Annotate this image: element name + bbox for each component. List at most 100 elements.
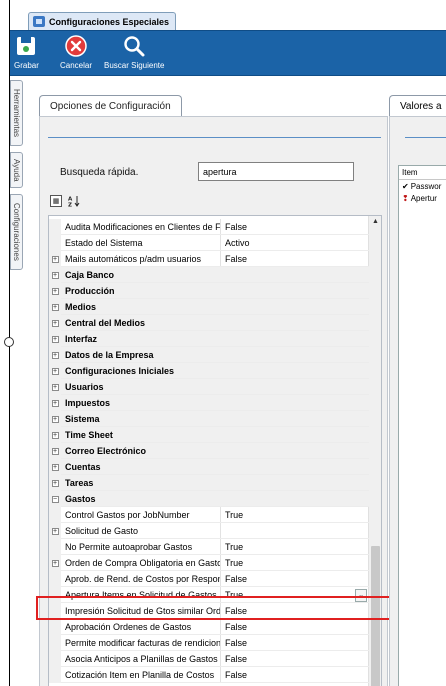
- expand-icon[interactable]: +: [51, 383, 59, 391]
- property-row[interactable]: + Mails automáticos p/adm usuarios False: [49, 251, 369, 267]
- property-row[interactable]: Permite modificar facturas de rendicion F…: [49, 635, 369, 651]
- scroll-up-icon[interactable]: ▲: [369, 218, 381, 228]
- property-row[interactable]: Apertura Items en Solicitud de Gastos Tru…: [49, 587, 369, 603]
- tab-configuraciones-especiales[interactable]: Configuraciones Especiales: [28, 12, 177, 30]
- property-row[interactable]: No Permite autoaprobar Gastos True: [49, 539, 369, 555]
- property-row[interactable]: Control Gastos por JobNumber True: [49, 507, 369, 523]
- property-row[interactable]: + Solicitud de Gasto: [49, 523, 369, 539]
- property-value[interactable]: False: [221, 219, 369, 235]
- category-row[interactable]: + Sistema: [49, 411, 369, 427]
- property-value[interactable]: True: [221, 587, 355, 603]
- accent-separator: [405, 137, 446, 138]
- expand-icon[interactable]: +: [51, 367, 59, 375]
- save-button[interactable]: Grabar: [14, 34, 39, 70]
- scroll-thumb[interactable]: [371, 546, 380, 686]
- expand-icon[interactable]: +: [51, 303, 59, 311]
- category-name: Datos de la Empresa: [65, 350, 154, 360]
- property-value[interactable]: False: [221, 667, 369, 683]
- property-value[interactable]: True: [221, 555, 369, 571]
- property-row[interactable]: + Orden de Compra Obligatoria en Gastos Tr…: [49, 555, 369, 571]
- expand-icon[interactable]: +: [51, 335, 59, 343]
- category-row[interactable]: + Cuentas: [49, 459, 369, 475]
- property-value[interactable]: False: [221, 603, 369, 619]
- expand-icon[interactable]: +: [51, 399, 59, 407]
- property-value[interactable]: False: [221, 619, 369, 635]
- property-row[interactable]: Aprobación Ordenes de Gastos False: [49, 619, 369, 635]
- side-tab-configuraciones[interactable]: Configuraciones: [10, 194, 23, 270]
- property-value[interactable]: False: [221, 571, 369, 587]
- cancel-button[interactable]: Cancelar: [60, 34, 92, 70]
- property-value[interactable]: False: [221, 635, 369, 651]
- category-row[interactable]: + Caja Banco: [49, 267, 369, 283]
- quick-search-input[interactable]: [198, 162, 354, 181]
- category-row[interactable]: + Time Sheet: [49, 427, 369, 443]
- property-value[interactable]: True: [221, 507, 369, 523]
- row-margin: [49, 539, 61, 555]
- side-tab-label: Herramientas: [12, 88, 21, 137]
- category-row[interactable]: − Gastos: [49, 491, 369, 507]
- category-row[interactable]: + Usuarios: [49, 379, 369, 395]
- property-value[interactable]: False: [221, 251, 369, 267]
- expand-icon[interactable]: +: [51, 415, 59, 423]
- expand-icon[interactable]: +: [51, 479, 59, 487]
- expand-icon[interactable]: +: [51, 287, 59, 295]
- values-list-item[interactable]: ❢ Apertur: [399, 192, 446, 204]
- category-row[interactable]: + Producción: [49, 283, 369, 299]
- values-panel-tab[interactable]: Valores a: [389, 95, 446, 117]
- category-row[interactable]: + Interfaz: [49, 331, 369, 347]
- property-grid[interactable]: ▲ Audita Modificaciones en Clientes de F…: [48, 215, 382, 686]
- expand-icon[interactable]: +: [51, 447, 59, 455]
- main-toolbar: Grabar Cancelar Buscar Siguiente: [10, 30, 446, 76]
- category-row[interactable]: + Impuestos: [49, 395, 369, 411]
- property-row[interactable]: Estado del Sistema Activo: [49, 235, 369, 251]
- category-row[interactable]: + Central del Medios: [49, 315, 369, 331]
- category-row[interactable]: + Tareas: [49, 475, 369, 491]
- category-name: Tareas: [65, 478, 94, 488]
- values-list[interactable]: Item ✔ Passwor ❢ Apertur: [398, 165, 446, 686]
- side-tab-herramientas[interactable]: Herramientas: [10, 80, 23, 146]
- expand-icon[interactable]: +: [51, 271, 59, 279]
- property-value[interactable]: Activo: [221, 235, 369, 251]
- property-name: Aprobación Ordenes de Gastos: [61, 619, 221, 635]
- side-tab-ayuda[interactable]: Ayuda: [10, 152, 23, 188]
- property-name: Orden de Compra Obligatoria en Gastos: [61, 555, 221, 571]
- expand-icon[interactable]: +: [51, 431, 59, 439]
- property-value[interactable]: [221, 523, 369, 539]
- category-row[interactable]: + Datos de la Empresa: [49, 347, 369, 363]
- find-next-button[interactable]: Buscar Siguiente: [104, 34, 164, 70]
- expand-icon[interactable]: +: [51, 559, 59, 567]
- row-margin: +: [49, 363, 61, 379]
- collapse-icon[interactable]: −: [51, 495, 59, 503]
- category-row[interactable]: + Configuraciones Iniciales: [49, 363, 369, 379]
- categorized-view-icon[interactable]: ▦: [50, 195, 62, 207]
- values-list-item[interactable]: ✔ Passwor: [399, 180, 446, 192]
- category-row[interactable]: + Correo Electrónico: [49, 443, 369, 459]
- expand-icon[interactable]: +: [51, 351, 59, 359]
- values-list-header[interactable]: Item: [399, 166, 446, 180]
- property-row[interactable]: Cotización Item en Planilla de Costos Fal…: [49, 667, 369, 683]
- property-value[interactable]: True: [221, 539, 369, 555]
- options-panel-tab[interactable]: Opciones de Configuración: [39, 95, 182, 117]
- expand-icon[interactable]: +: [51, 527, 59, 535]
- row-margin: +: [49, 523, 61, 539]
- row-margin: +: [49, 299, 61, 315]
- side-tab-strip: Herramientas Ayuda Configuraciones: [10, 76, 24, 686]
- side-tab-label: Ayuda: [12, 158, 21, 182]
- save-label: Grabar: [14, 61, 39, 70]
- alphabetical-sort-icon[interactable]: A Z: [68, 195, 80, 207]
- vertical-scrollbar[interactable]: ▲: [368, 216, 381, 686]
- expand-icon[interactable]: +: [51, 319, 59, 327]
- property-row[interactable]: Impresión Solicitud de Gtos similar Ord.…: [49, 603, 369, 619]
- row-margin: [49, 235, 61, 251]
- expand-icon[interactable]: +: [51, 463, 59, 471]
- category-name: Caja Banco: [65, 270, 115, 280]
- property-row[interactable]: Aprob. de Rend. de Costos por Responsa Fa…: [49, 571, 369, 587]
- property-row[interactable]: Asocia Anticipos a Planillas de Gastos Fa…: [49, 651, 369, 667]
- chevron-down-icon[interactable]: ⌄: [355, 588, 367, 602]
- property-value[interactable]: False: [221, 651, 369, 667]
- property-row[interactable]: Audita Modificaciones en Clientes de Fa F…: [49, 219, 369, 235]
- expand-icon[interactable]: +: [51, 255, 59, 263]
- category-row[interactable]: + Medios: [49, 299, 369, 315]
- floppy-disk-icon: [14, 34, 38, 58]
- row-margin: [49, 571, 61, 587]
